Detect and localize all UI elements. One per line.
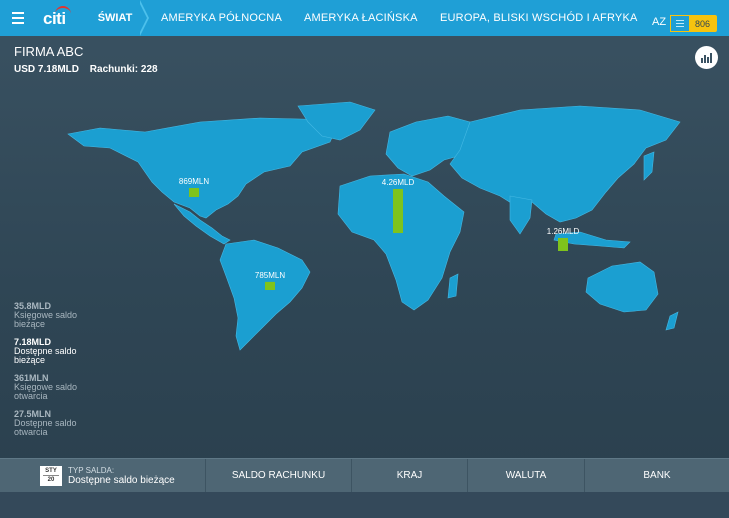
badge-count: 806 [695,18,711,29]
accounts-count: Rachunki: 228 [89,64,158,75]
stat-available-current[interactable]: 7.18MLD Dostępne saldo bieżące [14,337,104,365]
map-bar-label-emea: 4.26MLD [382,178,415,187]
hamburger-menu-icon[interactable] [0,0,36,36]
tab-latin-america[interactable]: AMERYKA ŁACIŃSKA [304,0,418,36]
stat-label: Dostępne saldo bieżące [14,346,77,365]
balance-type-text: TYP SALDA: Dostępne saldo bieżące [68,466,175,486]
world-map: 869MLN 4.26MLD 1.26MLD 785MLN [67,101,681,351]
india-land [509,195,533,235]
map-bar-label-north-america: 869MLN [179,177,209,186]
balance-type-label: TYP SALDA: [68,465,115,475]
balance-type-value: Dostępne saldo bieżące [68,474,175,486]
bar-chart-icon[interactable] [695,46,718,69]
calendar-month: STY [45,468,57,474]
stat-label: Dostępne saldo otwarcia [14,418,77,437]
madagascar-land [447,273,459,299]
tab-emea[interactable]: EUROPA, BLISKI WSCHÓD I AFRYKA [440,0,638,36]
balance-type-selector[interactable]: STY 20 TYP SALDA: Dostępne saldo bieżące [0,459,206,492]
map-bar-latin-america[interactable] [265,281,275,290]
country-button[interactable]: KRAJ [352,459,468,492]
balance-stats: 35.8MLD Księgowe saldo bieżące 7.18MLD D… [14,301,104,445]
footer-strip [0,492,729,518]
bank-button[interactable]: BANK [585,459,729,492]
new-zealand-land [665,311,679,331]
account-balance-button[interactable]: SALDO RACHUNKU [206,459,352,492]
japan-land [643,151,655,181]
calendar-icon: STY 20 [40,465,62,486]
stat-ledger-opening[interactable]: 361MLN Księgowe saldo otwarcia [14,373,104,401]
map-bar-north-america[interactable] [189,188,199,197]
map-bar-emea[interactable] [393,189,403,233]
stat-label: Księgowe saldo otwarcia [14,382,78,401]
stat-label: Księgowe saldo bieżące [14,310,78,329]
stat-ledger-current[interactable]: 35.8MLD Księgowe saldo bieżące [14,301,104,329]
map-bar-asia[interactable] [558,237,568,251]
south-america-land [219,239,311,351]
map-bar-label-latin-america: 785MLN [255,271,285,280]
bottom-filter-bar: STY 20 TYP SALDA: Dostępne saldo bieżące… [0,458,729,492]
tab-asia[interactable]: AZ [652,16,666,28]
page-title: FIRMA ABC [14,44,84,59]
total-amount: USD 7.18MLD [14,64,80,75]
north-america-land [67,117,341,219]
australia-land [585,261,659,313]
stat-available-opening[interactable]: 27.5MLN Dostępne saldo otwarcia [14,409,104,437]
currency-button[interactable]: WALUTA [468,459,585,492]
header-summary: USD 7.18MLD Rachunki: 228 [14,64,166,75]
citi-logo: citi [43,9,66,28]
tab-north-america[interactable]: AMERYKA PÓŁNOCNA [161,0,282,36]
notification-badge[interactable]: 806 [670,15,717,32]
active-tab-arrow-inner [138,0,147,36]
map-bar-label-asia: 1.26MLD [547,227,580,236]
list-icon [670,15,690,32]
calendar-day: 20 [43,475,59,484]
